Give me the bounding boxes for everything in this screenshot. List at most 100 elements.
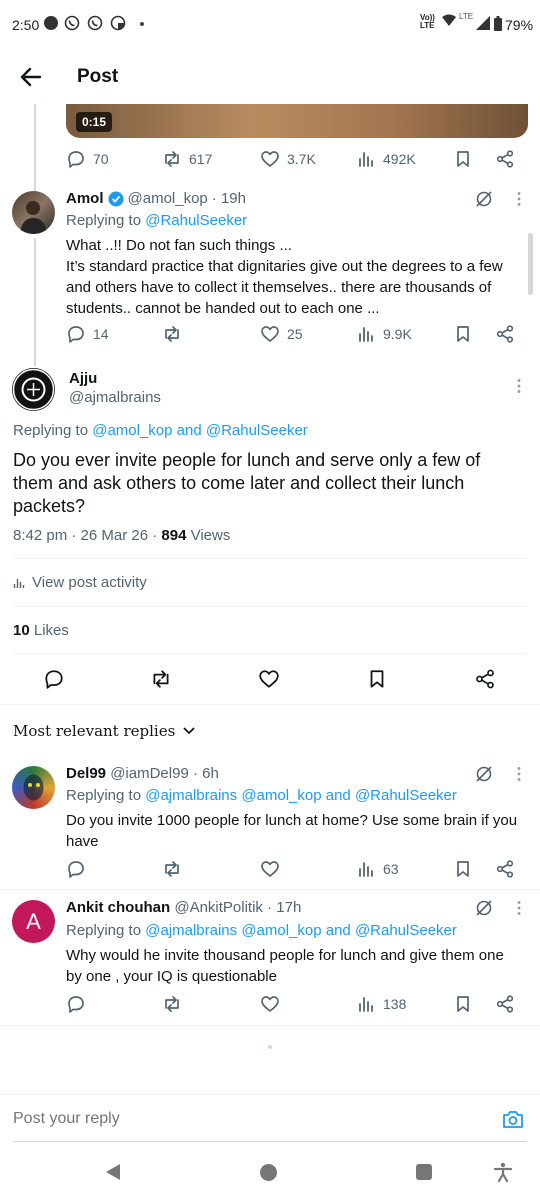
repost-button[interactable]	[162, 324, 182, 344]
bookmark-button[interactable]	[453, 994, 473, 1014]
avatar-ankit[interactable]: A	[12, 900, 55, 943]
share-button[interactable]	[495, 994, 515, 1014]
repost-icon	[153, 670, 169, 688]
grok-button[interactable]	[474, 764, 494, 784]
replying-to-line: Replying to @RahulSeeker	[66, 212, 247, 229]
repost-button[interactable]	[162, 994, 182, 1014]
lte-indicator: LTE	[459, 12, 474, 21]
grok-icon	[476, 900, 492, 916]
like-button[interactable]	[258, 668, 280, 690]
more-vertical-icon	[517, 192, 521, 206]
author-handle[interactable]: @amol_kop	[128, 190, 208, 207]
camera-icon	[503, 1111, 523, 1128]
like-button[interactable]: 3.7K	[260, 149, 316, 169]
bookmark-icon	[453, 859, 473, 879]
reply-button[interactable]	[66, 859, 86, 879]
replying-to-line: Replying to @ajmalbrains @amol_kop and @…	[66, 787, 457, 804]
composer-underline	[13, 1141, 527, 1142]
avatar-ajju[interactable]	[12, 368, 55, 411]
views-button[interactable]: 63	[356, 859, 399, 879]
grok-button[interactable]	[474, 898, 494, 918]
accessibility-icon	[494, 1162, 512, 1182]
thread-line	[34, 238, 36, 366]
views-total: 894	[161, 527, 187, 544]
avatar-amol[interactable]	[12, 191, 55, 234]
heart-icon	[260, 859, 280, 879]
reply-input[interactable]	[13, 1106, 483, 1132]
grok-button[interactable]	[474, 189, 494, 209]
nav-back-button[interactable]	[104, 1163, 122, 1181]
more-options-button[interactable]	[509, 376, 529, 396]
sort-replies-dropdown[interactable]: Most relevant replies	[13, 722, 195, 740]
like-button[interactable]: 25	[260, 324, 303, 344]
accessibility-button[interactable]	[494, 1162, 512, 1182]
post-timestamp[interactable]: 8:42 pm · 26 Mar 26 ·	[13, 527, 161, 544]
likes-summary[interactable]: 10 Likes	[13, 622, 69, 639]
repost-button[interactable]	[162, 859, 182, 879]
video-thumbnail[interactable]: 0:15	[66, 104, 528, 138]
bookmark-icon	[453, 324, 473, 344]
repost-button[interactable]: 617	[162, 149, 212, 169]
nav-recents-button[interactable]	[416, 1164, 432, 1180]
like-count: 3.7K	[287, 151, 316, 167]
more-vertical-icon	[517, 901, 521, 915]
replying-to-mention[interactable]: @ajmalbrains @amol_kop and @RahulSeeker	[145, 922, 457, 939]
scrollbar-thumb[interactable]	[528, 233, 533, 295]
grok-icon	[476, 191, 492, 207]
heart-icon	[260, 994, 280, 1014]
sort-label: Most relevant replies	[13, 722, 176, 740]
repost-button[interactable]	[150, 668, 172, 690]
fc-bayern-logo-icon	[12, 368, 55, 411]
reply-button[interactable]	[43, 668, 65, 690]
share-icon	[476, 669, 494, 689]
author-name[interactable]: Ankit chouhan	[66, 899, 170, 916]
share-button[interactable]	[495, 149, 515, 169]
back-button[interactable]	[18, 64, 44, 90]
more-vertical-icon	[517, 767, 521, 781]
share-button[interactable]	[495, 859, 515, 879]
more-options-button[interactable]	[509, 764, 529, 784]
views-button[interactable]: 9.9K	[356, 324, 412, 344]
more-options-button[interactable]	[509, 189, 529, 209]
more-options-button[interactable]	[509, 898, 529, 918]
like-button[interactable]	[260, 994, 280, 1014]
bookmark-button[interactable]	[453, 859, 473, 879]
divider	[0, 1025, 540, 1026]
bookmark-button[interactable]	[453, 149, 473, 169]
share-button[interactable]	[474, 668, 496, 690]
replying-to-mention[interactable]: @amol_kop and @RahulSeeker	[92, 422, 308, 439]
bookmark-button[interactable]	[366, 668, 388, 690]
reply-count: 70	[93, 151, 109, 167]
repost-icon	[162, 324, 182, 344]
view-post-activity-link[interactable]: View post activity	[13, 574, 147, 591]
share-button[interactable]	[495, 324, 515, 344]
top-bar: Post	[0, 52, 540, 104]
views-button[interactable]: 492K	[356, 149, 416, 169]
status-time: 2:50	[12, 17, 40, 33]
author-handle[interactable]: @AnkitPolitik	[174, 899, 263, 916]
author-handle[interactable]: @iamDel99	[110, 765, 189, 782]
reply-button[interactable]	[66, 994, 86, 1014]
reply-button[interactable]: 70	[66, 149, 109, 169]
reply-button[interactable]: 14	[66, 324, 109, 344]
repost-count: 617	[189, 151, 213, 167]
battery-percent: 79%	[505, 17, 534, 33]
replying-to-mention[interactable]: @ajmalbrains @amol_kop and @RahulSeeker	[145, 787, 457, 804]
author-name[interactable]: Amol	[66, 190, 104, 207]
author-name[interactable]: Del99	[66, 765, 106, 782]
author-handle[interactable]: @ajmalbrains	[69, 389, 161, 406]
avatar-del99[interactable]	[12, 766, 55, 809]
bookmark-button[interactable]	[453, 324, 473, 344]
like-button[interactable]	[260, 859, 280, 879]
views-count: 9.9K	[383, 326, 412, 342]
replying-to-mention[interactable]: @RahulSeeker	[145, 212, 247, 229]
author-name[interactable]: Ajju	[69, 370, 97, 387]
del-header: Del99 @iamDel99 · 6h	[66, 765, 219, 782]
divider	[13, 606, 527, 607]
triangle-back-icon	[106, 1164, 120, 1180]
views-button[interactable]: 138	[356, 994, 406, 1014]
divider	[0, 704, 540, 705]
nav-home-button[interactable]	[260, 1164, 277, 1181]
camera-button[interactable]	[502, 1109, 524, 1129]
replying-to-prefix: Replying to	[66, 922, 142, 939]
